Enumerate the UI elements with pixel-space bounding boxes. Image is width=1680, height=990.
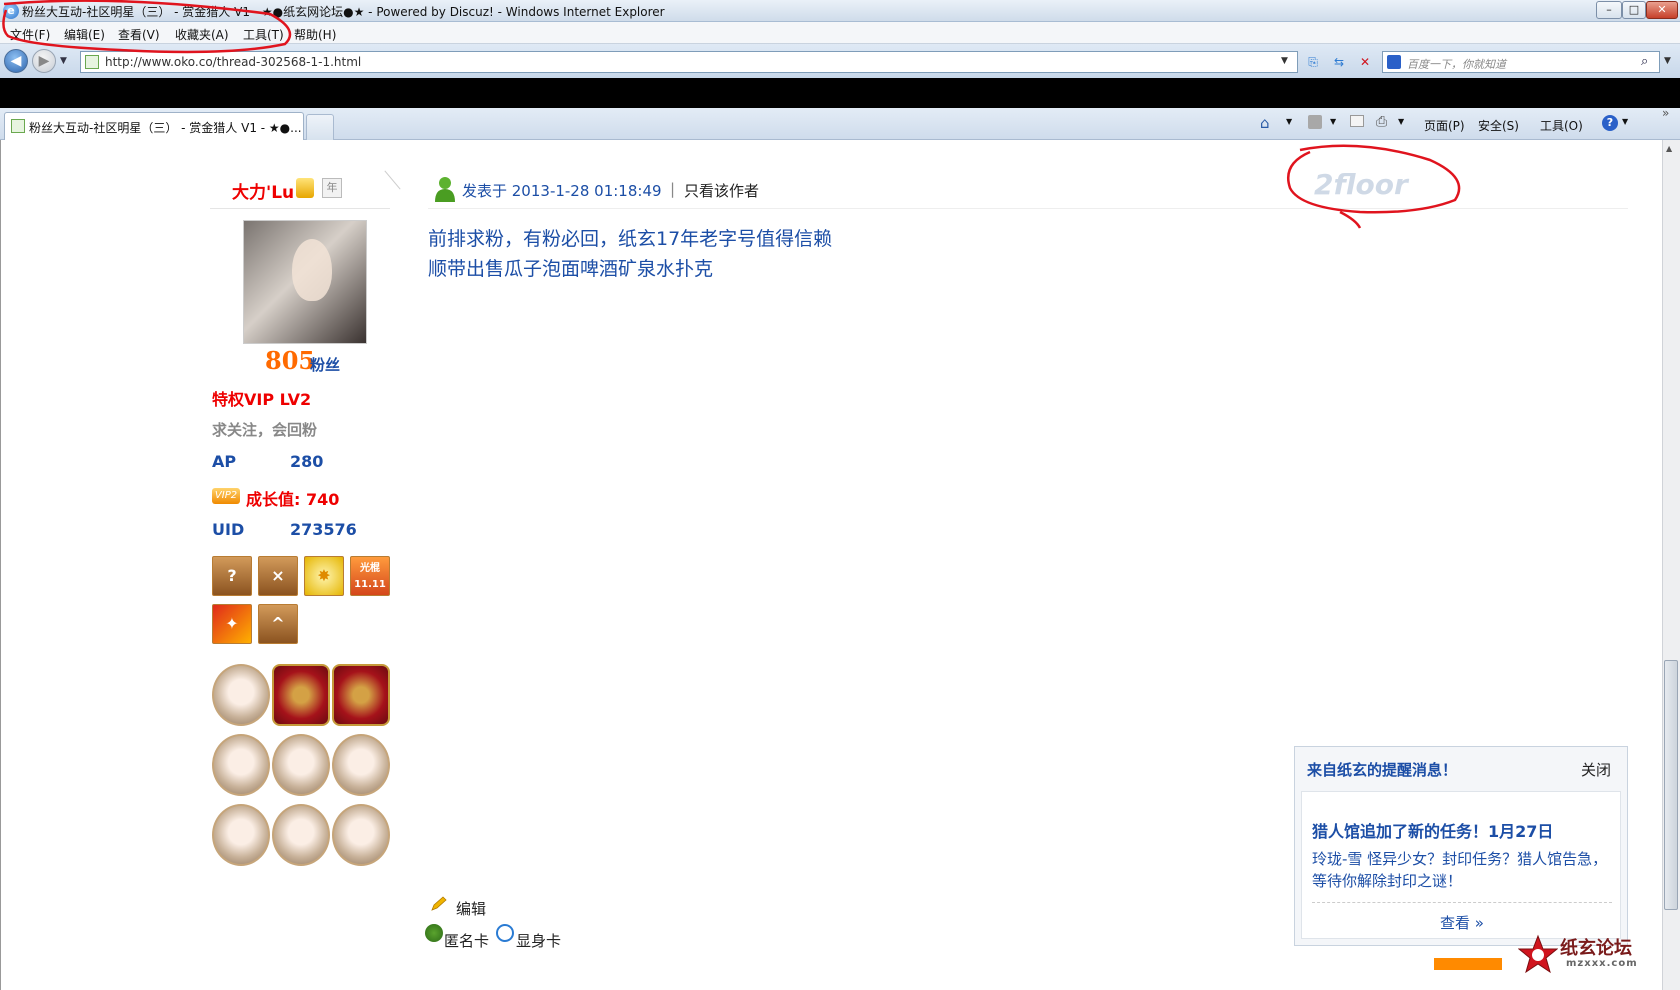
red-annotation-overlay bbox=[2, 0, 1461, 229]
